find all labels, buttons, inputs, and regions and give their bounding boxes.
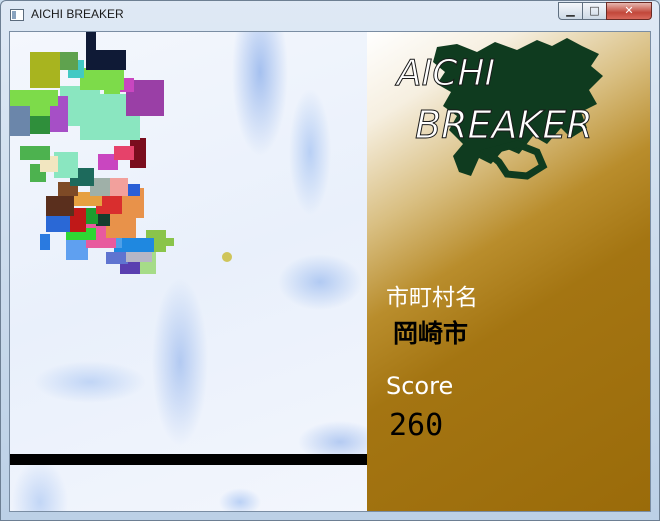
app-window: AICHI BREAKER ▁ □ ✕ AICHI BREAKER 市町村名 岡… (0, 0, 660, 521)
close-button[interactable]: ✕ (606, 2, 652, 20)
municipality-brick (66, 238, 88, 260)
ball (222, 252, 232, 262)
municipality-brick (58, 52, 78, 70)
municipality-brick (106, 252, 128, 264)
minimize-button[interactable]: ▁ (558, 2, 583, 20)
municipality-brick (86, 32, 96, 54)
minimize-icon: ▁ (566, 4, 575, 17)
municipality-brick (46, 196, 74, 216)
score-value: 260 (389, 408, 444, 443)
logo-line1: AICHI (395, 53, 495, 94)
logo-line2: BREAKER (415, 103, 593, 147)
maximize-button[interactable]: □ (582, 2, 607, 20)
municipality-brick (80, 68, 124, 90)
municipality-brick (114, 146, 134, 160)
municipality-brick (40, 234, 50, 250)
municipality-brick (30, 52, 60, 88)
municipality-label: 市町村名 (386, 285, 478, 311)
info-panel: AICHI BREAKER 市町村名 岡崎市 Score 260 (367, 32, 650, 511)
municipality-brick (10, 90, 58, 106)
municipality-brick (20, 146, 50, 160)
paddle[interactable] (10, 454, 367, 465)
app-icon[interactable] (10, 9, 24, 21)
window-title: AICHI BREAKER (31, 7, 124, 21)
municipality-brick (10, 106, 30, 136)
close-icon: ✕ (624, 4, 634, 17)
municipality-value: 岡崎市 (393, 319, 469, 348)
maximize-icon: □ (589, 4, 600, 17)
municipality-brick (108, 178, 128, 196)
game-client-area[interactable]: AICHI BREAKER 市町村名 岡崎市 Score 260 (9, 31, 651, 512)
municipality-brick (30, 116, 50, 134)
title-bar[interactable]: AICHI BREAKER ▁ □ ✕ (1, 1, 659, 29)
aichi-breaker-logo: AICHI BREAKER (395, 38, 603, 180)
playfield[interactable] (10, 32, 367, 511)
score-label: Score (386, 372, 454, 400)
